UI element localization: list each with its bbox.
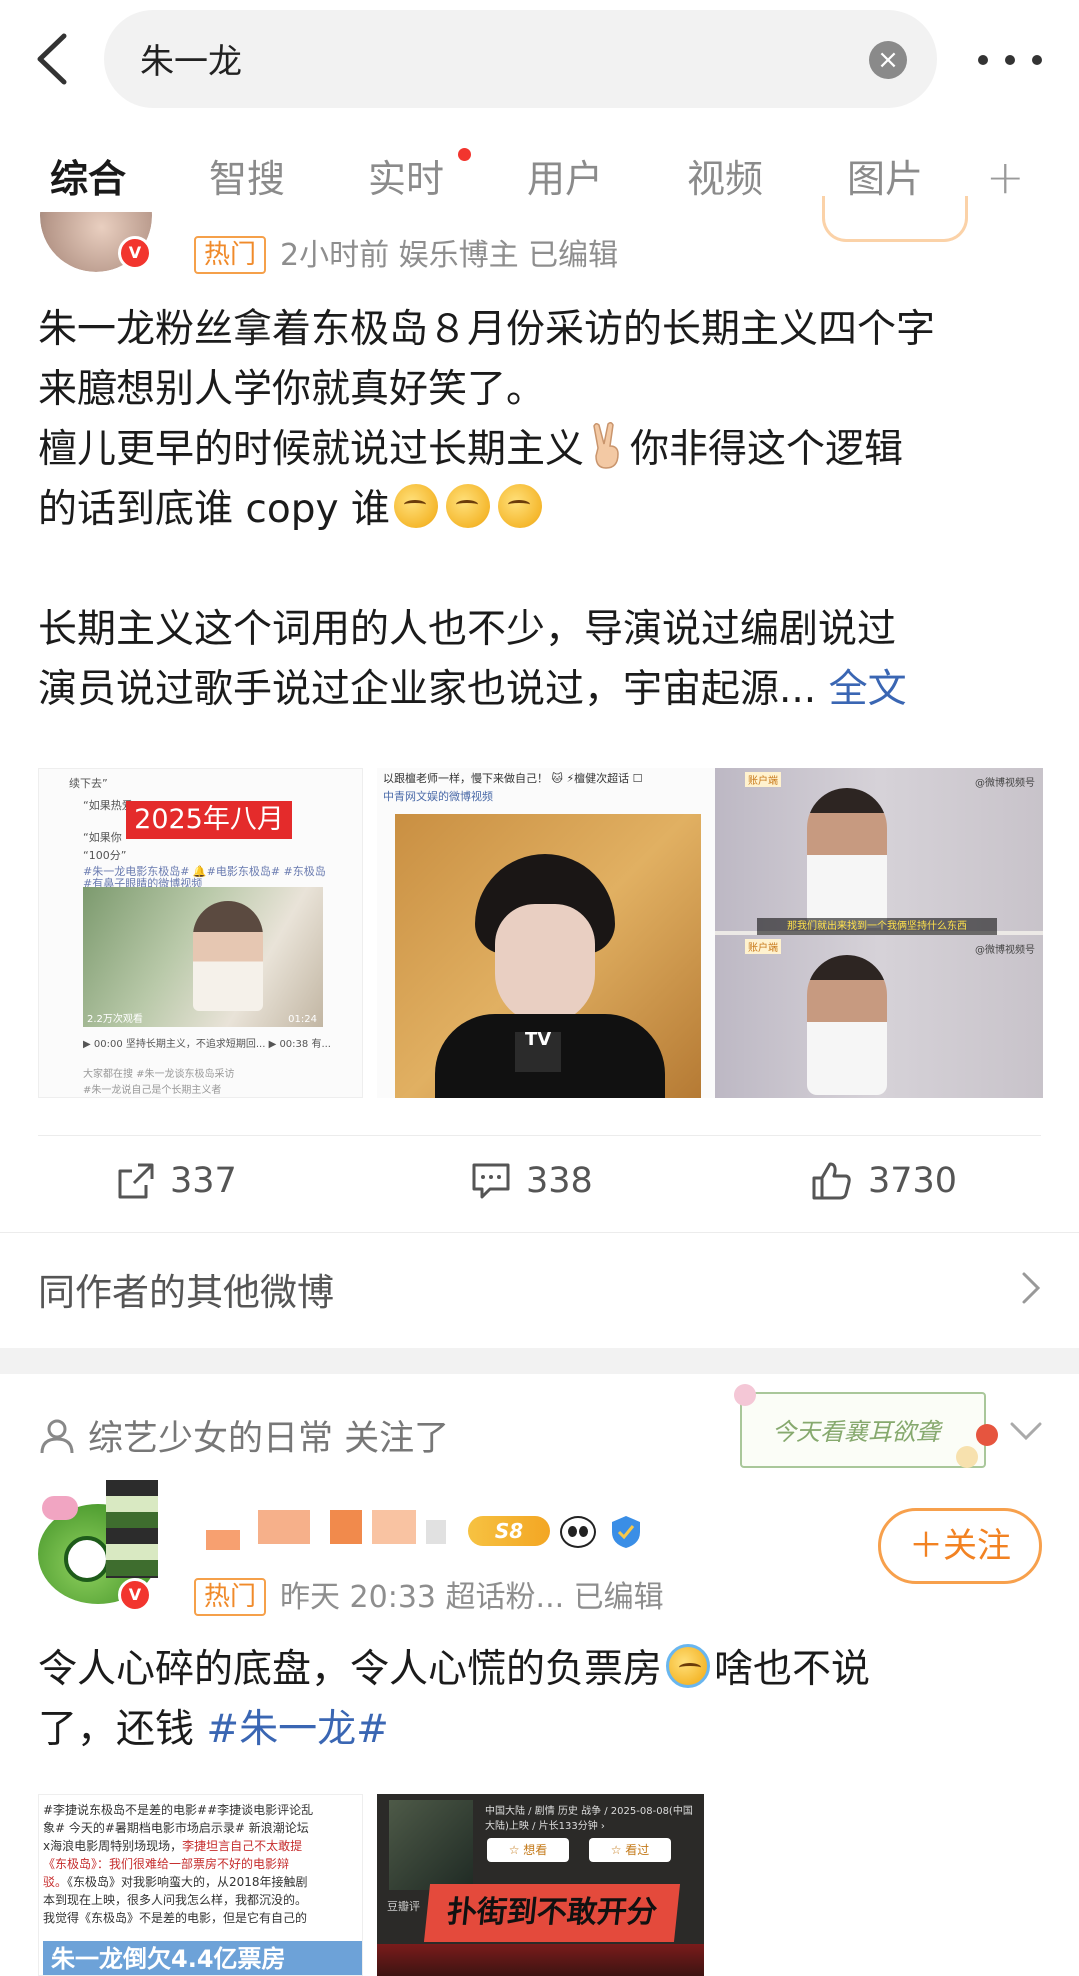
post-image-2[interactable]: 中国大陆 / 剧情 历史 战争 / 2025-08-08(中国大陆)上映 / 片… [377, 1794, 704, 1976]
post-line: 来臆想别人学你就真好笑了。 [38, 367, 546, 412]
back-icon[interactable] [30, 30, 78, 88]
date-banner: 2025年八月 [126, 801, 292, 839]
hot-tag: 热门 [194, 236, 267, 274]
hashtag-link[interactable]: #朱一龙# [206, 1707, 388, 1752]
clear-icon[interactable]: × [869, 41, 907, 79]
repost-button[interactable]: 337 [116, 1158, 237, 1204]
post-meta-text: 2小时前 娱乐博主 已编辑 [280, 238, 619, 273]
crying-face-emoji-icon [666, 1644, 711, 1688]
like-button[interactable]: 3730 [810, 1158, 957, 1204]
post-body[interactable]: 朱一龙粉丝拿着东极岛８月份采访的长期主义四个字 来臆想别人学你就真好笑了。 檀儿… [38, 300, 1048, 720]
tab-users[interactable]: 用户 [527, 148, 603, 203]
full-text-link[interactable]: 全文 [829, 667, 907, 712]
section-separator [0, 1348, 1079, 1374]
flower-icon [956, 1446, 978, 1468]
follow-button[interactable]: ＋关注 [878, 1508, 1042, 1584]
chevron-right-icon[interactable] [1018, 1268, 1044, 1308]
divider [38, 1135, 1041, 1136]
post-meta: 热门 2小时前 娱乐博主 已编辑 [194, 230, 618, 274]
hot-tag: 热门 [194, 1578, 267, 1616]
search-input[interactable]: 朱一龙 × [104, 10, 937, 108]
person-icon [40, 1419, 74, 1453]
panda-icon [560, 1516, 596, 1548]
comment-count: 338 [526, 1161, 593, 1201]
interview-photo: TV [395, 814, 701, 1098]
video-thumbnail[interactable]: 2.2万次观看 01:24 [83, 887, 323, 1027]
verified-badge-icon: V [118, 236, 152, 270]
post-line: 檀儿更早的时候就说过长期主义 你非得这个逻辑 [38, 420, 1048, 480]
post-line: 朱一龙粉丝拿着东极岛８月份采访的长期主义四个字 [38, 307, 936, 352]
post-line: 了，还钱 #朱一龙# [38, 1707, 389, 1752]
image-grid: #李捷说东极岛不是差的电影##李捷谈电影评论乱 象# 今天的#暑期档电影市场启示… [38, 1794, 706, 1976]
post-line: 的话到底谁 copy 谁 [38, 480, 1048, 540]
movie-poster [389, 1800, 473, 1890]
tab-smart-search[interactable]: 智搜 [209, 148, 285, 203]
flower-icon [734, 1384, 756, 1406]
repost-icon [118, 1163, 154, 1199]
victory-hand-emoji-icon [593, 422, 619, 469]
like-count: 3730 [868, 1161, 958, 1201]
tab-comprehensive[interactable]: 综合 [50, 148, 126, 203]
thinking-face-emoji-icon [497, 484, 542, 528]
post-line: 令人心碎的底盘，令人心慌的负票房 啥也不说 [38, 1640, 1048, 1700]
shield-badge-icon [612, 1516, 640, 1548]
post-line: 演员说过歌手说过企业家也说过，宇宙起源... 全文 [38, 667, 907, 712]
verified-badge-icon: V [118, 1578, 152, 1612]
search-query[interactable]: 朱一龙 [140, 34, 242, 83]
image-grid: 续下去” “如果热爱 “如果你 “100分” 2025年八月 #朱一龙电影东极岛… [38, 768, 1043, 1098]
post-image-1[interactable]: 续下去” “如果热爱 “如果你 “100分” 2025年八月 #朱一龙电影东极岛… [38, 768, 363, 1098]
tab-realtime[interactable]: 实时 [368, 148, 444, 203]
followed-by-line: 综艺少女的日常 关注了 [38, 1410, 449, 1461]
post-meta: 热门 昨天 20:33 超话粉... 已编辑 [194, 1572, 664, 1616]
post-image-2[interactable]: 以跟檀老师一样，慢下来做自己！ 🐱 ⚡檀健次超话 ☐ 中青网文娱的微博视频 TV [377, 768, 717, 1098]
tab-videos[interactable]: 视频 [687, 148, 763, 203]
new-badge-dot [458, 148, 471, 161]
more-dots-icon[interactable] [978, 38, 1042, 82]
post-body[interactable]: 令人心碎的底盘，令人心慌的负票房 啥也不说 了，还钱 #朱一龙# [38, 1640, 1048, 1760]
divider [0, 1232, 1079, 1233]
comment-icon [472, 1163, 510, 1199]
post-line: 长期主义这个词用的人也不少，导演说过编剧说过 [38, 607, 897, 652]
follow-button-partial[interactable] [822, 196, 968, 242]
other-posts-link[interactable]: 同作者的其他微博 [38, 1262, 334, 1316]
flower-icon [976, 1424, 998, 1446]
thinking-face-emoji-icon [393, 484, 438, 528]
top-bar: 朱一龙 × [0, 0, 1079, 118]
post-image-1[interactable]: #李捷说东极岛不是差的电影##李捷谈电影评论乱 象# 今天的#暑期档电影市场启示… [38, 1794, 363, 1976]
post-meta-text: 昨天 20:33 超话粉... 已编辑 [280, 1580, 664, 1615]
add-tab-icon[interactable]: + [986, 150, 1025, 204]
tab-images[interactable]: 图片 [847, 148, 923, 203]
chevron-down-icon[interactable] [1008, 1420, 1044, 1444]
post-image-3[interactable]: 账户端 @微博视频号 那我们就出来找到一个我俩坚持什么东西 账户端 @微博视频号 [715, 768, 1043, 1098]
thumbs-up-icon [812, 1162, 851, 1200]
repost-count: 337 [170, 1161, 237, 1201]
comment-button[interactable]: 338 [470, 1158, 593, 1204]
thinking-face-emoji-icon [445, 484, 490, 528]
decoration-card: 今天看襄耳欲聋 [734, 1384, 998, 1468]
level-badge: S8 [468, 1516, 550, 1546]
